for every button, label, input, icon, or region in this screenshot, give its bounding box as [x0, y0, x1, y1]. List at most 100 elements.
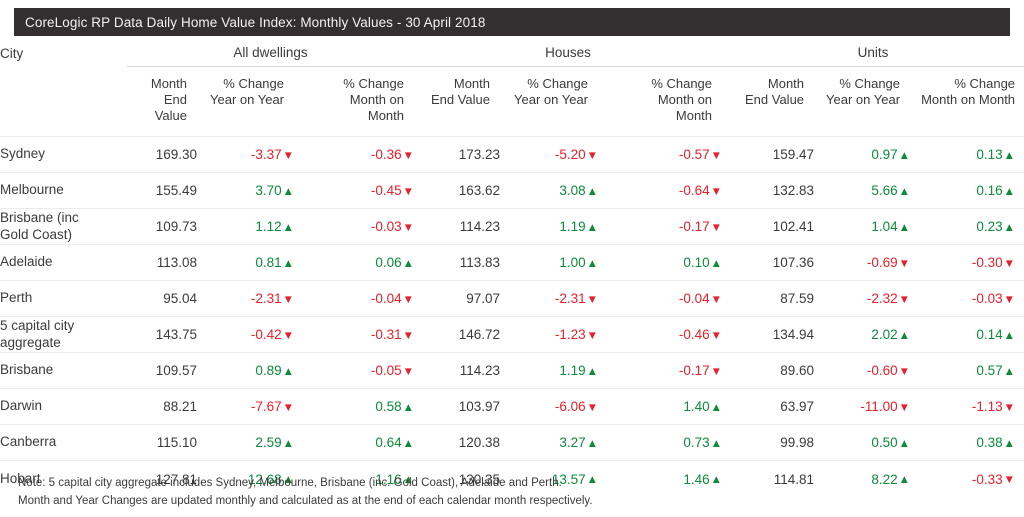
arrow-down-icon: ▼ — [586, 329, 598, 342]
arrow-down-icon: ▼ — [402, 185, 414, 198]
houses-pct-month-on-month: -0.46▼ — [598, 317, 722, 353]
change-value: -0.30 — [971, 255, 1003, 271]
arrow-up-icon: ▲ — [898, 329, 911, 342]
home-value-index-table: City All dwellings Houses Units Month End… — [0, 40, 1024, 497]
arrow-down-icon: ▼ — [402, 365, 414, 378]
city-name-cell: Darwin — [0, 398, 43, 414]
arrow-down-icon: ▼ — [282, 149, 294, 162]
units-pct-year-on-year: 8.22▲ — [814, 461, 910, 497]
all-dwellings-pct-month-on-month: -0.36▼ — [294, 137, 414, 173]
arrow-down-icon: ▼ — [282, 401, 294, 414]
units-month-end-value: 87.59 — [780, 291, 815, 307]
sub-header-blank — [0, 66, 127, 137]
change-value: 1.00 — [559, 255, 586, 271]
change-value: -2.32 — [866, 291, 898, 307]
units-pct-month-on-month: -0.30▼ — [910, 245, 1024, 281]
change-value: -11.00 — [860, 399, 898, 415]
all-dwellings-month-end-value: 143.75 — [155, 327, 197, 343]
sub-header-houses-month-end-value: Month End Value — [430, 75, 490, 107]
change-value: 0.81 — [255, 255, 282, 271]
all-dwellings-pct-year-on-year: 0.89▲ — [197, 353, 294, 389]
arrow-down-icon: ▼ — [710, 365, 723, 378]
arrow-down-icon: ▼ — [402, 293, 414, 306]
arrow-up-icon: ▲ — [1003, 365, 1016, 378]
change-value: 0.38 — [976, 435, 1003, 451]
all-dwellings-month-end-value: 113.08 — [156, 255, 197, 271]
all-dwellings-pct-year-on-year: 2.59▲ — [197, 425, 294, 461]
arrow-down-icon: ▼ — [898, 401, 911, 414]
change-value: -0.46 — [678, 327, 710, 343]
change-value: 0.89 — [255, 363, 282, 379]
report-page: CoreLogic RP Data Daily Home Value Index… — [0, 0, 1024, 517]
change-value: 0.64 — [375, 435, 402, 451]
houses-month-end-value: 173.23 — [458, 147, 500, 163]
city-name-cell: Sydney — [0, 146, 46, 162]
city-name-cell: Brisbane (inc Gold Coast) — [0, 209, 79, 242]
houses-month-end-value: 113.83 — [459, 255, 500, 271]
arrow-up-icon: ▲ — [898, 185, 911, 198]
change-value: -0.03 — [370, 219, 402, 235]
change-value: -0.60 — [866, 363, 898, 379]
units-pct-month-on-month: 0.14▲ — [910, 317, 1024, 353]
change-value: 3.27 — [559, 435, 586, 451]
table-row: Darwin 88.21 -7.67▼ 0.58▲ 103.97 -6.06▼ 1.40▲ 6… — [0, 388, 1024, 425]
report-title-bar: CoreLogic RP Data Daily Home Value Index… — [14, 8, 1010, 36]
change-value: 0.16 — [976, 183, 1003, 199]
arrow-up-icon: ▲ — [586, 365, 598, 378]
units-pct-year-on-year: -2.32▼ — [814, 281, 910, 317]
arrow-down-icon: ▼ — [710, 221, 723, 234]
houses-pct-year-on-year: 1.19▲ — [500, 353, 598, 389]
arrow-down-icon: ▼ — [402, 329, 414, 342]
all-dwellings-pct-year-on-year: -3.37▼ — [197, 137, 294, 173]
arrow-down-icon: ▼ — [1003, 401, 1016, 414]
houses-pct-year-on-year: -6.06▼ — [500, 389, 598, 425]
arrow-up-icon: ▲ — [586, 221, 598, 234]
arrow-down-icon: ▼ — [586, 149, 598, 162]
units-pct-month-on-month: 0.57▲ — [910, 353, 1024, 389]
change-value: -0.57 — [678, 147, 710, 163]
change-value: -0.17 — [678, 219, 710, 235]
arrow-down-icon: ▼ — [1003, 474, 1016, 486]
all-dwellings-pct-month-on-month: 0.58▲ — [294, 389, 414, 425]
houses-pct-year-on-year: -2.31▼ — [500, 281, 598, 317]
all-dwellings-month-end-value: 155.49 — [155, 183, 197, 199]
change-value: 1.40 — [683, 399, 710, 415]
change-value: 0.06 — [375, 255, 402, 271]
units-month-end-value: 107.36 — [772, 255, 815, 271]
arrow-up-icon: ▲ — [282, 257, 294, 270]
all-dwellings-pct-month-on-month: -0.31▼ — [294, 317, 414, 353]
units-pct-month-on-month: -0.33▼ — [910, 461, 1024, 497]
houses-month-end-value: 163.62 — [458, 183, 500, 199]
group-header-units: Units — [722, 40, 1024, 67]
change-value: 0.14 — [976, 327, 1003, 343]
houses-pct-year-on-year: -1.23▼ — [500, 317, 598, 353]
sub-header-row: Month End Value % Change Year on Year % Ch… — [0, 66, 1024, 137]
arrow-up-icon: ▲ — [710, 437, 723, 450]
all-dwellings-pct-year-on-year: -7.67▼ — [197, 389, 294, 425]
sub-header-units-month-end-value: Month End Value — [745, 75, 805, 107]
units-pct-year-on-year: -0.69▼ — [814, 245, 910, 281]
all-dwellings-pct-month-on-month: -0.45▼ — [294, 173, 414, 209]
units-month-end-value: 132.83 — [772, 183, 815, 199]
units-month-end-value: 134.94 — [772, 327, 815, 343]
change-value: -7.67 — [250, 399, 282, 415]
footer-note-line-1: Note: 5 capital city aggregate includes … — [18, 477, 562, 490]
units-pct-month-on-month: 0.13▲ — [910, 137, 1024, 173]
houses-month-end-value: 97.07 — [466, 291, 500, 307]
change-value: 0.10 — [683, 255, 710, 271]
sub-header-all-pct-year-on-year: % Change Year on Year — [210, 75, 284, 107]
houses-month-end-value: 120.38 — [458, 435, 500, 451]
footer-notes: Note: 5 capital city aggregate includes … — [18, 475, 593, 511]
change-value: 2.59 — [255, 435, 282, 451]
change-value: -0.04 — [370, 291, 402, 307]
houses-pct-year-on-year: 3.08▲ — [500, 173, 598, 209]
city-name-cell: Brisbane — [0, 362, 54, 378]
arrow-up-icon: ▲ — [282, 437, 294, 450]
change-value: -3.37 — [250, 147, 282, 163]
units-month-end-value: 63.97 — [780, 399, 815, 415]
all-dwellings-month-end-value: 109.57 — [155, 363, 197, 379]
arrow-up-icon: ▲ — [586, 257, 598, 270]
change-value: -5.20 — [554, 147, 586, 163]
arrow-up-icon: ▲ — [1003, 329, 1016, 342]
city-name-cell: 5 capital city aggregate — [0, 317, 75, 350]
